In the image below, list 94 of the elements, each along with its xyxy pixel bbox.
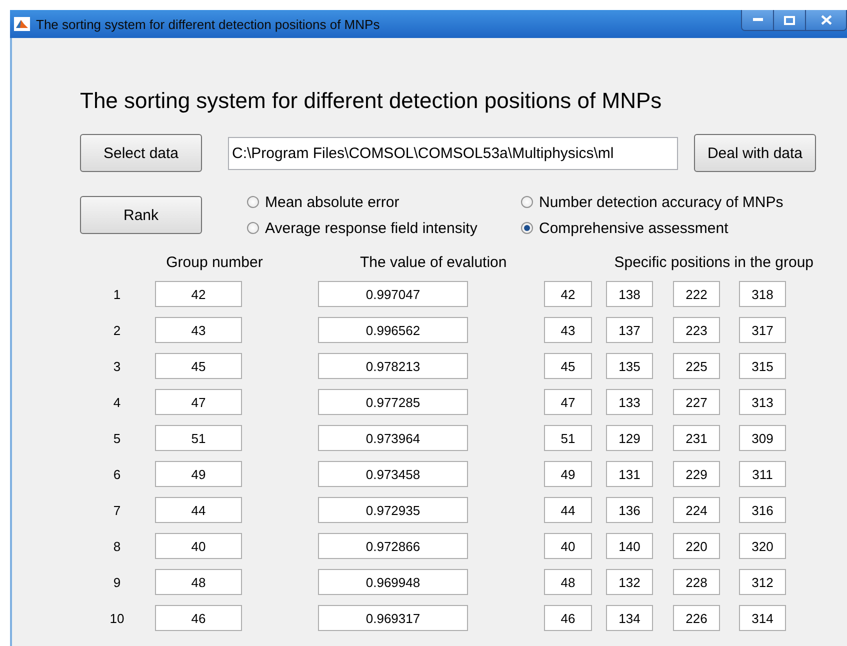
group-number-field[interactable]: 42 [155,281,242,307]
row-number: 3 [112,358,122,374]
evaluation-value-field[interactable]: 0.973964 [318,425,468,451]
position-field[interactable]: 225 [673,353,720,379]
maximize-button[interactable] [773,10,805,30]
group-number-field[interactable]: 40 [155,533,242,559]
position-field[interactable]: 224 [673,497,720,523]
group-number-field[interactable]: 43 [155,317,242,343]
group-number-field[interactable]: 46 [155,605,242,631]
group-number-field[interactable]: 44 [155,497,242,523]
position-field[interactable]: 138 [606,281,653,307]
evaluation-value-field[interactable]: 0.972935 [318,497,468,523]
position-field[interactable]: 314 [739,605,786,631]
row-number: 2 [112,322,122,338]
evaluation-value-field[interactable]: 0.978213 [318,353,468,379]
position-field[interactable]: 309 [739,425,786,451]
close-icon [820,15,832,25]
row-number: 1 [112,286,122,302]
radio-button[interactable] [521,196,533,208]
radio-button[interactable] [247,196,259,208]
position-field[interactable]: 313 [739,389,786,415]
group-number-field[interactable]: 48 [155,569,242,595]
position-field[interactable]: 40 [544,533,592,559]
window-title: The sorting system for different detection positions of MNPs [36,16,381,32]
rank-button[interactable]: Rank [80,196,202,234]
position-field[interactable]: 137 [606,317,653,343]
position-field[interactable]: 228 [673,569,720,595]
column-header: The value of evalution [358,253,508,273]
row-number: 10 [108,610,126,626]
position-field[interactable]: 47 [544,389,592,415]
radio-label: Mean absolute error [265,194,400,210]
close-button[interactable] [805,10,846,30]
minimize-button[interactable] [742,10,773,30]
position-field[interactable]: 49 [544,461,592,487]
group-number-field[interactable]: 45 [155,353,242,379]
position-field[interactable]: 222 [673,281,720,307]
minimize-icon [752,18,762,22]
evaluation-value-field[interactable]: 0.977285 [318,389,468,415]
position-field[interactable]: 42 [544,281,592,307]
group-number-field[interactable]: 49 [155,461,242,487]
evaluation-value-field[interactable]: 0.996562 [318,317,468,343]
position-field[interactable]: 43 [544,317,592,343]
position-field[interactable]: 44 [544,497,592,523]
row-number: 4 [112,394,122,410]
position-field[interactable]: 318 [739,281,786,307]
position-field[interactable]: 131 [606,461,653,487]
row-number: 5 [112,430,122,446]
radio-label: Comprehensive assessment [539,220,728,236]
position-field[interactable]: 311 [739,461,786,487]
position-field[interactable]: 231 [673,425,720,451]
peak-icon [14,17,30,31]
group-number-field[interactable]: 51 [155,425,242,451]
row-number: 8 [112,538,122,554]
evaluation-value-field[interactable]: 0.997047 [318,281,468,307]
row-number: 6 [112,466,122,482]
radio-label: Number detection accuracy of MNPs [539,194,784,210]
group-number-field[interactable]: 47 [155,389,242,415]
position-field[interactable]: 45 [544,353,592,379]
evaluation-value-field[interactable]: 0.969948 [318,569,468,595]
position-field[interactable]: 46 [544,605,592,631]
position-field[interactable]: 136 [606,497,653,523]
position-field[interactable]: 315 [739,353,786,379]
position-field[interactable]: 132 [606,569,653,595]
position-field[interactable]: 320 [739,533,786,559]
position-field[interactable]: 51 [544,425,592,451]
evaluation-value-field[interactable]: 0.973458 [318,461,468,487]
radio-label: Average response field intensity [265,220,478,236]
position-field[interactable]: 316 [739,497,786,523]
position-field[interactable]: 227 [673,389,720,415]
position-field[interactable]: 133 [606,389,653,415]
row-number: 7 [112,502,122,518]
row-number: 9 [112,574,122,590]
position-field[interactable]: 223 [673,317,720,343]
column-header: Group number [165,253,264,273]
column-header: Specific positions in the group [613,253,815,273]
position-field[interactable]: 129 [606,425,653,451]
position-field[interactable]: 312 [739,569,786,595]
position-field[interactable]: 229 [673,461,720,487]
app-heading: The sorting system for different detection positions of MNPs [80,88,663,114]
position-field[interactable]: 48 [544,569,592,595]
file-path-field[interactable]: C:\Program Files\COMSOL\COMSOL53a\Multiphysics\ml [228,136,678,170]
maximize-icon [784,16,795,24]
evaluation-value-field[interactable]: 0.969317 [318,605,468,631]
position-field[interactable]: 220 [673,533,720,559]
select-data-button[interactable]: Select data [80,134,202,172]
position-field[interactable]: 226 [673,605,720,631]
position-field[interactable]: 140 [606,533,653,559]
position-field[interactable]: 134 [606,605,653,631]
deal-with-data-button[interactable]: Deal with data [694,134,816,172]
radio-button[interactable] [247,222,259,234]
evaluation-value-field[interactable]: 0.972866 [318,533,468,559]
position-field[interactable]: 317 [739,317,786,343]
position-field[interactable]: 135 [606,353,653,379]
radio-button[interactable] [521,222,533,234]
